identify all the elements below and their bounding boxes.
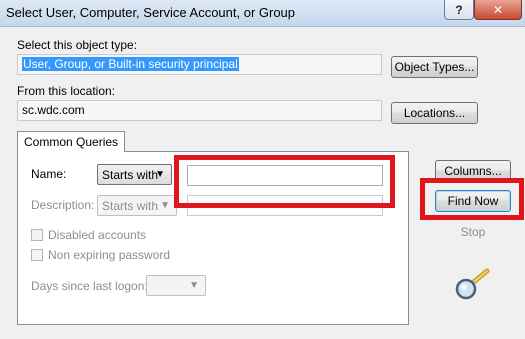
description-input[interactable]: [187, 195, 383, 216]
tab-common-queries[interactable]: Common Queries: [17, 131, 126, 152]
disabled-accounts-checkbox[interactable]: [31, 229, 43, 241]
name-mode-value: Starts with: [102, 167, 159, 182]
columns-button[interactable]: Columns...: [435, 160, 511, 182]
description-mode-value: Starts with: [102, 198, 159, 213]
tab-common-queries-label: Common Queries: [24, 135, 119, 149]
name-label: Name:: [31, 167, 67, 181]
magnifier-icon: [455, 268, 490, 300]
days-since-last-logon-dropdown[interactable]: ▼: [146, 275, 206, 296]
days-since-last-logon-label: Days since last logon:: [31, 279, 148, 293]
object-type-label: Select this object type:: [17, 38, 138, 52]
location-label: From this location:: [17, 84, 116, 98]
description-label: Description:: [31, 198, 95, 212]
object-type-field[interactable]: User, Group, or Built-in security princi…: [17, 54, 382, 75]
disabled-accounts-label: Disabled accounts: [48, 228, 147, 242]
description-mode-dropdown[interactable]: Starts with ▼: [97, 195, 177, 216]
locations-button-label: Locations...: [403, 106, 466, 120]
name-mode-dropdown[interactable]: Starts with ▼: [97, 164, 172, 185]
location-field[interactable]: sc.wdc.com: [17, 100, 382, 121]
locations-button[interactable]: Locations...: [391, 102, 478, 124]
object-types-button[interactable]: Object Types...: [391, 56, 478, 78]
non-expiring-password-label: Non expiring password: [48, 248, 171, 262]
non-expiring-password-checkbox[interactable]: [31, 249, 43, 261]
dialog-window: Select User, Computer, Service Account, …: [0, 0, 525, 339]
close-button[interactable]: ✕: [474, 0, 522, 20]
chevron-down-icon: ▼: [155, 169, 165, 180]
help-button[interactable]: ?: [444, 0, 474, 20]
title-bar: Select User, Computer, Service Account, …: [0, 0, 525, 27]
find-now-button[interactable]: Find Now: [435, 190, 511, 212]
name-input[interactable]: [187, 165, 383, 186]
stop-button-label: Stop: [460, 225, 486, 239]
chevron-down-icon: ▼: [189, 280, 199, 291]
object-types-button-label: Object Types...: [394, 60, 475, 74]
help-icon: ?: [455, 2, 463, 17]
chevron-down-icon: ▼: [160, 200, 170, 211]
columns-button-label: Columns...: [444, 164, 502, 178]
close-icon: ✕: [492, 2, 504, 17]
location-value: sc.wdc.com: [22, 103, 85, 117]
find-now-button-label: Find Now: [447, 194, 499, 208]
window-title: Select User, Computer, Service Account, …: [6, 5, 296, 20]
object-type-value: User, Group, or Built-in security princi…: [22, 57, 239, 71]
stop-button[interactable]: Stop: [435, 221, 511, 243]
